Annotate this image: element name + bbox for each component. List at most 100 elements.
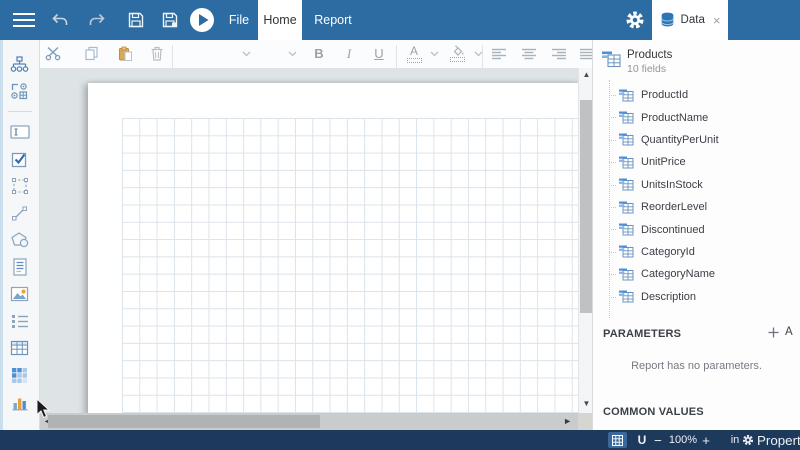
field-icon bbox=[619, 290, 634, 303]
redo-button[interactable] bbox=[84, 0, 108, 40]
file-menu[interactable]: File bbox=[222, 0, 256, 40]
settings-button[interactable] bbox=[622, 0, 648, 40]
dataset-field[interactable]: Discontinued bbox=[593, 218, 800, 240]
dataset-icon bbox=[602, 51, 621, 73]
data-panel: Products 10 fields Pro bbox=[592, 40, 800, 430]
horizontal-scrollbar[interactable]: ◄ ► bbox=[40, 413, 578, 430]
table-tool-button[interactable] bbox=[7, 338, 33, 358]
snap-to-grid-button[interactable]: U bbox=[634, 430, 650, 450]
field-icon bbox=[619, 268, 634, 281]
field-icon bbox=[619, 245, 634, 258]
top-menu-bar: File Home Report Data × bbox=[0, 0, 800, 40]
list-icon bbox=[11, 314, 29, 329]
dataset-node[interactable]: Products 10 fields bbox=[593, 48, 800, 82]
report-explorer-button[interactable] bbox=[7, 54, 33, 74]
list-tool-button[interactable] bbox=[7, 311, 33, 331]
shape-tool-button[interactable] bbox=[7, 230, 33, 250]
line-tool-button[interactable] bbox=[7, 203, 33, 223]
checkbox-icon bbox=[11, 151, 28, 168]
rich-text-icon bbox=[12, 258, 28, 276]
dataset-field[interactable]: Description bbox=[593, 286, 800, 308]
gear-icon bbox=[625, 10, 645, 30]
align-left-icon bbox=[491, 48, 507, 60]
zoom-out-button[interactable]: − bbox=[652, 430, 664, 450]
textbox-tool-button[interactable] bbox=[7, 122, 33, 142]
report-page[interactable] bbox=[88, 83, 578, 413]
fill-color-button[interactable] bbox=[446, 40, 468, 67]
save-icon bbox=[128, 12, 144, 28]
font-color-dropdown[interactable] bbox=[426, 40, 442, 67]
horizontal-scroll-thumb[interactable] bbox=[48, 415, 320, 428]
copy-button[interactable] bbox=[80, 40, 102, 67]
dataset-field[interactable]: CategoryId bbox=[593, 241, 800, 263]
paste-button[interactable] bbox=[114, 40, 136, 67]
data-panel-tab[interactable]: Data × bbox=[652, 0, 728, 40]
align-left-button[interactable] bbox=[488, 40, 510, 67]
image-tool-button[interactable] bbox=[7, 284, 33, 304]
align-center-button[interactable] bbox=[518, 40, 540, 67]
paint-bucket-icon bbox=[450, 45, 465, 56]
fill-color-dropdown[interactable] bbox=[470, 40, 486, 67]
gear-icon bbox=[742, 434, 754, 446]
tab-home[interactable]: Home bbox=[258, 0, 302, 40]
tab-report[interactable]: Report bbox=[302, 0, 364, 40]
align-right-icon bbox=[551, 48, 567, 60]
align-right-button[interactable] bbox=[548, 40, 570, 67]
field-icon bbox=[619, 89, 634, 102]
rich-text-tool-button[interactable] bbox=[7, 257, 33, 277]
dataset-name: Products bbox=[627, 49, 672, 61]
chart-icon bbox=[11, 394, 29, 411]
toggle-grid-button[interactable] bbox=[606, 430, 628, 450]
cut-button[interactable] bbox=[42, 40, 64, 67]
dataset-field[interactable]: UnitPrice bbox=[593, 151, 800, 173]
vertical-scrollbar[interactable]: ▲ ▼ bbox=[578, 68, 593, 413]
dataset-field[interactable]: ProductId bbox=[593, 84, 800, 106]
hamburger-icon bbox=[13, 13, 35, 27]
checkbox-tool-button[interactable] bbox=[7, 149, 33, 169]
field-icon bbox=[619, 223, 634, 236]
align-center-icon bbox=[521, 48, 537, 60]
save-button[interactable] bbox=[124, 0, 148, 40]
line-icon bbox=[11, 205, 28, 222]
properties-button[interactable]: Properties bbox=[742, 430, 800, 450]
design-grid-surface[interactable] bbox=[122, 118, 578, 413]
zoom-in-button[interactable]: + bbox=[700, 430, 712, 450]
add-parameter-label: A bbox=[785, 326, 793, 338]
container-tool-button[interactable] bbox=[7, 176, 33, 196]
chevron-down-icon bbox=[242, 51, 251, 57]
chart-tool-button[interactable] bbox=[7, 392, 33, 412]
dataset-field[interactable]: QuantityPerUnit bbox=[593, 129, 800, 151]
field-icon bbox=[619, 156, 634, 169]
italic-button[interactable]: I bbox=[340, 40, 358, 67]
status-bar: U − 100% + in Properties bbox=[0, 430, 800, 450]
save-as-button[interactable] bbox=[158, 0, 182, 40]
close-data-tab-icon[interactable]: × bbox=[713, 13, 721, 28]
add-parameter-button[interactable]: A bbox=[768, 326, 793, 338]
toolbox-button[interactable] bbox=[7, 81, 33, 101]
undo-button[interactable] bbox=[48, 0, 72, 40]
toolbox-icon bbox=[11, 83, 28, 100]
field-icon bbox=[619, 111, 634, 124]
bold-button[interactable]: B bbox=[310, 40, 328, 67]
dataset-field[interactable]: ReorderLevel bbox=[593, 196, 800, 218]
dataset-field[interactable]: CategoryName bbox=[593, 263, 800, 285]
hamburger-menu-button[interactable] bbox=[10, 0, 38, 40]
properties-label: Properties bbox=[757, 433, 800, 448]
delete-button[interactable] bbox=[146, 40, 168, 67]
scroll-right-icon[interactable]: ► bbox=[563, 416, 572, 427]
redo-icon bbox=[88, 13, 105, 27]
font-size-dropdown[interactable] bbox=[282, 40, 302, 67]
mouse-cursor bbox=[36, 398, 51, 419]
font-color-button[interactable]: A bbox=[404, 40, 424, 67]
dataset-field[interactable]: UnitsInStock bbox=[593, 174, 800, 196]
zoom-level[interactable]: 100% bbox=[666, 430, 700, 450]
grid-icon bbox=[612, 435, 623, 446]
dataset-field[interactable]: ProductName bbox=[593, 106, 800, 128]
font-family-dropdown[interactable] bbox=[236, 40, 256, 67]
dataset-fields-tree: ProductId ProductName bbox=[593, 84, 800, 308]
design-canvas-area bbox=[40, 68, 578, 413]
play-icon bbox=[189, 7, 215, 33]
preview-button[interactable] bbox=[188, 0, 216, 40]
underline-button[interactable]: U bbox=[370, 40, 388, 67]
matrix-tool-button[interactable] bbox=[7, 365, 33, 385]
